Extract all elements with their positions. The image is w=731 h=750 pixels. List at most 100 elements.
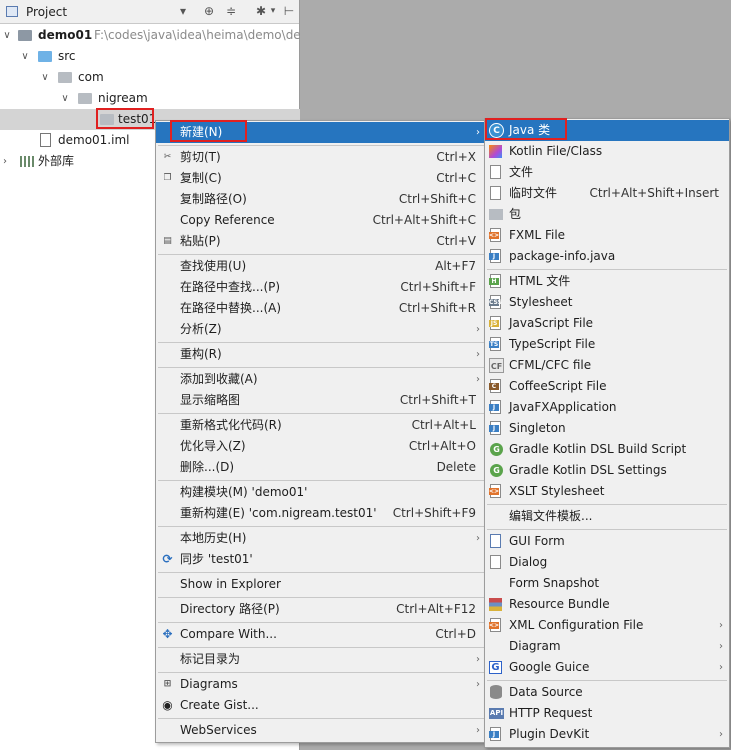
menu-item-webservices[interactable]: WebServices › — [156, 720, 486, 741]
menu-item-mark-directory-as[interactable]: 标记目录为 › — [156, 649, 486, 670]
menu-item-label: 重新格式化代码(R) — [180, 418, 282, 432]
new-kotlin-file[interactable]: Kotlin File/Class — [485, 141, 729, 162]
new-data-source[interactable]: Data Source — [485, 682, 729, 703]
new-scratch-file[interactable]: 临时文件 Ctrl+Alt+Shift+Insert — [485, 183, 729, 204]
menu-item-label: JavaFXApplication — [509, 400, 617, 414]
tree-item-demo01[interactable]: ∨ demo01 F:\codes\java\idea\heima\demo\d… — [0, 25, 300, 46]
new-form-snapshot[interactable]: Form Snapshot — [485, 573, 729, 594]
menu-item-build-module[interactable]: 构建模块(M) 'demo01' — [156, 482, 486, 503]
new-package-info[interactable]: J package-info.java — [485, 246, 729, 267]
new-gui-form[interactable]: GUI Form — [485, 531, 729, 552]
menu-item-paste[interactable]: ▤ 粘贴(P) Ctrl+V — [156, 231, 486, 252]
new-submenu: C Java 类 Kotlin File/Class 文件 临时文件 Ctrl+… — [484, 118, 730, 748]
chevron-down-icon[interactable]: ∨ — [40, 67, 50, 88]
menu-item-analyze[interactable]: 分析(Z) › — [156, 319, 486, 340]
submenu-arrow-icon: › — [719, 662, 723, 673]
scissors-icon: ✂ — [163, 152, 172, 162]
menu-item-cut[interactable]: ✂ 剪切(T) Ctrl+X — [156, 147, 486, 168]
new-javafx-application[interactable]: J JavaFXApplication — [485, 397, 729, 418]
new-javascript-file[interactable]: JS JavaScript File — [485, 313, 729, 334]
menu-item-label: 包 — [509, 207, 522, 221]
coffeescript-file-icon: C — [489, 379, 501, 393]
menu-item-diagrams[interactable]: ⊞ Diagrams › — [156, 674, 486, 695]
menu-item-find-in-path[interactable]: 在路径中查找...(P) Ctrl+Shift+F — [156, 277, 486, 298]
menu-item-label: 查找使用(U) — [180, 259, 247, 273]
collapse-all-icon[interactable]: ≑ — [224, 4, 238, 18]
new-cfml-file[interactable]: CF CFML/CFC file — [485, 355, 729, 376]
shortcut-text: Ctrl+Shift+F9 — [392, 506, 476, 520]
tree-item-src[interactable]: ∨ src — [0, 46, 300, 67]
new-fxml-file[interactable]: <> FXML File — [485, 225, 729, 246]
new-stylesheet[interactable]: CSS Stylesheet — [485, 292, 729, 313]
menu-item-create-gist[interactable]: ◉ Create Gist... — [156, 695, 486, 716]
menu-item-label: FXML File — [509, 228, 566, 242]
gradle-icon: G — [490, 443, 503, 456]
submenu-arrow-icon: › — [719, 729, 723, 740]
source-folder-icon — [38, 51, 52, 62]
new-file[interactable]: 文件 — [485, 162, 729, 183]
menu-item-compare-with[interactable]: ✥ Compare With... Ctrl+D — [156, 624, 486, 645]
new-resource-bundle[interactable]: Resource Bundle — [485, 594, 729, 615]
new-diagram[interactable]: Diagram › — [485, 636, 729, 657]
menu-item-rebuild[interactable]: 重新构建(E) 'com.nigream.test01' Ctrl+Shift+… — [156, 503, 486, 524]
menu-item-label: Dialog — [509, 555, 548, 569]
menu-item-label: Show in Explorer — [180, 577, 281, 591]
project-panel-title[interactable]: Project — [26, 5, 67, 19]
chevron-down-icon[interactable]: ∨ — [60, 88, 70, 109]
new-typescript-file[interactable]: TS TypeScript File — [485, 334, 729, 355]
menu-item-directory-path[interactable]: Directory 路径(P) Ctrl+Alt+F12 — [156, 599, 486, 620]
menu-item-label: XSLT Stylesheet — [509, 484, 605, 498]
new-package[interactable]: 包 — [485, 204, 729, 225]
gradle-icon: G — [490, 464, 503, 477]
chevron-down-icon[interactable]: ∨ — [20, 46, 30, 67]
menu-item-show-thumbnails[interactable]: 显示缩略图 Ctrl+Shift+T — [156, 390, 486, 411]
new-coffeescript-file[interactable]: C CoffeeScript File — [485, 376, 729, 397]
new-xml-configuration-file[interactable]: <> XML Configuration File › — [485, 615, 729, 636]
chevron-down-icon[interactable]: ∨ — [2, 25, 12, 46]
view-dropdown-chevron-icon[interactable]: ▾ — [176, 4, 190, 18]
menu-item-add-to-favorites[interactable]: 添加到收藏(A) › — [156, 369, 486, 390]
hide-panel-icon[interactable]: ⊢ — [282, 4, 296, 18]
tree-item-com[interactable]: ∨ com — [0, 67, 300, 88]
menu-item-label: package-info.java — [509, 249, 616, 263]
kotlin-icon — [489, 145, 502, 158]
menu-separator — [158, 597, 484, 598]
new-singleton[interactable]: J Singleton — [485, 418, 729, 439]
menu-item-show-in-explorer[interactable]: Show in Explorer — [156, 574, 486, 595]
settings-chevron-icon[interactable]: ▾ — [266, 4, 280, 18]
shortcut-text: Delete — [436, 460, 476, 474]
menu-item-label: Form Snapshot — [509, 576, 600, 590]
chevron-right-icon[interactable]: › — [0, 151, 10, 172]
menu-item-label: 添加到收藏(A) — [180, 372, 258, 386]
menu-item-reformat-code[interactable]: 重新格式化代码(R) Ctrl+Alt+L — [156, 415, 486, 436]
menu-item-copy-path[interactable]: 复制路径(O) Ctrl+Shift+C — [156, 189, 486, 210]
new-xslt-stylesheet[interactable]: <> XSLT Stylesheet — [485, 481, 729, 502]
edit-file-templates[interactable]: 编辑文件模板... — [485, 506, 729, 527]
tree-item-nigream[interactable]: ∨ nigream — [0, 88, 300, 109]
locate-file-icon[interactable]: ⊕ — [202, 4, 216, 18]
new-plugin-devkit[interactable]: J Plugin DevKit › — [485, 724, 729, 745]
menu-item-copy-reference[interactable]: Copy Reference Ctrl+Alt+Shift+C — [156, 210, 486, 231]
new-http-request[interactable]: API HTTP Request — [485, 703, 729, 724]
menu-item-label: 重新构建(E) 'com.nigream.test01' — [180, 506, 377, 520]
menu-item-label: Singleton — [509, 421, 566, 435]
menu-item-local-history[interactable]: 本地历史(H) › — [156, 528, 486, 549]
menu-separator — [158, 622, 484, 623]
menu-item-copy[interactable]: ❐ 复制(C) Ctrl+C — [156, 168, 486, 189]
menu-item-label: 重构(R) — [180, 347, 222, 361]
shortcut-text: Ctrl+Alt+Shift+Insert — [589, 186, 719, 200]
new-html-file[interactable]: H HTML 文件 — [485, 271, 729, 292]
menu-item-optimize-imports[interactable]: 优化导入(Z) Ctrl+Alt+O — [156, 436, 486, 457]
menu-item-replace-in-path[interactable]: 在路径中替换...(A) Ctrl+Shift+R — [156, 298, 486, 319]
new-gradle-kotlin-build-script[interactable]: G Gradle Kotlin DSL Build Script — [485, 439, 729, 460]
shortcut-text: Ctrl+C — [436, 171, 476, 185]
new-gradle-kotlin-settings[interactable]: G Gradle Kotlin DSL Settings — [485, 460, 729, 481]
new-google-guice[interactable]: G Google Guice › — [485, 657, 729, 678]
database-icon — [490, 685, 502, 699]
menu-item-find-usages[interactable]: 查找使用(U) Alt+F7 — [156, 256, 486, 277]
menu-item-delete[interactable]: 删除...(D) Delete — [156, 457, 486, 478]
new-dialog[interactable]: Dialog — [485, 552, 729, 573]
menu-item-refactor[interactable]: 重构(R) › — [156, 344, 486, 365]
menu-item-label: 显示缩略图 — [180, 393, 241, 407]
menu-item-synchronize[interactable]: ⟳ 同步 'test01' — [156, 549, 486, 570]
